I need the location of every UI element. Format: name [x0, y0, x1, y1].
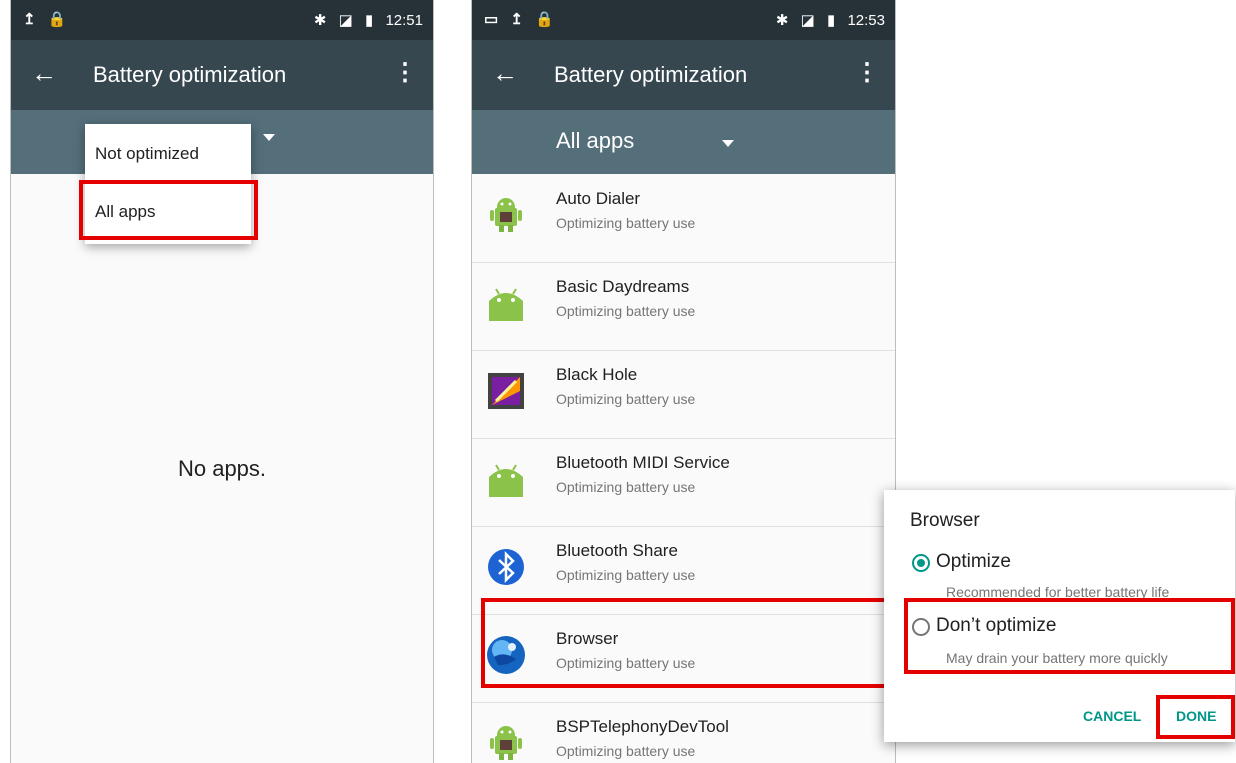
back-arrow-icon[interactable]: ← — [31, 58, 57, 89]
bluetooth-icon: ✱ — [775, 12, 789, 29]
dropdown-caret-icon[interactable] — [722, 140, 734, 147]
status-time: 12:53 — [847, 12, 885, 29]
highlight-browser-row — [481, 598, 889, 688]
app-row-black-hole[interactable]: Black Hole Optimizing battery use — [472, 351, 895, 439]
app-name: Auto Dialer — [556, 189, 641, 208]
left-phone-screen: ↥ 🔒 ✱ ◪ ▮ 12:51 ← Battery optimization ⋮… — [10, 0, 434, 763]
dialog-title: Browser — [910, 510, 980, 531]
app-status: Optimizing battery use — [556, 391, 696, 407]
page-title: Battery optimization — [554, 62, 748, 87]
app-name: Bluetooth MIDI Service — [556, 453, 730, 472]
app-name: Basic Daydreams — [556, 277, 690, 296]
android-robot-icon — [490, 198, 522, 232]
app-status: Optimizing battery use — [556, 215, 696, 231]
app-status: Optimizing battery use — [556, 479, 696, 495]
highlight-all-apps — [79, 180, 258, 240]
battery-icon: ▮ — [827, 12, 836, 29]
filter-label: All apps — [556, 128, 635, 153]
upload-lock-icons: ↥ 🔒 — [23, 11, 71, 28]
app-status: Optimizing battery use — [556, 743, 696, 759]
android-head-icon — [489, 464, 523, 497]
android-robot-icon — [490, 726, 522, 760]
highlight-done-button — [1156, 695, 1235, 739]
app-status: Optimizing battery use — [556, 567, 696, 583]
app-row-auto-dialer[interactable]: Auto Dialer Optimizing battery use — [472, 175, 895, 263]
black-hole-icon — [488, 373, 524, 409]
menu-item-not-optimized[interactable]: Not optimized — [95, 144, 199, 164]
app-bar: ← Battery optimization ⋮ — [472, 40, 895, 110]
overflow-menu-icon[interactable]: ⋮ — [393, 58, 417, 87]
bluetooth-icon: ✱ — [313, 12, 327, 29]
status-bar: ▭ ↥ 🔒 ✱ ◪ ▮ 12:53 — [472, 0, 895, 40]
highlight-dont-optimize — [904, 598, 1235, 674]
app-name: Black Hole — [556, 365, 638, 384]
overflow-menu-icon[interactable]: ⋮ — [855, 58, 879, 87]
empty-state-text: No apps. — [177, 456, 267, 481]
battery-icon: ▮ — [365, 12, 374, 29]
screenshot-upload-lock-icons: ▭ ↥ 🔒 — [484, 11, 558, 28]
app-status: Optimizing battery use — [556, 303, 696, 319]
app-row-bluetooth-midi-service[interactable]: Bluetooth MIDI Service Optimizing batter… — [472, 439, 895, 527]
dropdown-caret-icon[interactable] — [263, 134, 275, 141]
status-time: 12:51 — [385, 12, 423, 29]
cancel-button[interactable]: CANCEL — [1083, 708, 1141, 724]
radio-optimize-selected[interactable] — [912, 554, 930, 572]
app-name: BSPTelephonyDevTool — [556, 717, 729, 736]
app-row-basic-daydreams[interactable]: Basic Daydreams Optimizing battery use — [472, 263, 895, 351]
option-optimize[interactable]: Optimize — [936, 551, 1011, 573]
no-sim-icon: ◪ — [338, 12, 353, 29]
app-row-bsptelephonydevtool[interactable]: BSPTelephonyDevTool Optimizing battery u… — [472, 703, 895, 763]
back-arrow-icon[interactable]: ← — [492, 58, 518, 89]
filter-dropdown[interactable]: All apps — [472, 110, 895, 174]
app-name: Bluetooth Share — [556, 541, 678, 560]
android-head-icon — [489, 288, 523, 321]
no-sim-icon: ◪ — [800, 12, 815, 29]
page-title: Battery optimization — [93, 62, 287, 87]
app-bar: ← Battery optimization ⋮ — [11, 40, 433, 110]
status-bar: ↥ 🔒 ✱ ◪ ▮ 12:51 — [11, 0, 433, 40]
bluetooth-icon — [488, 549, 524, 585]
